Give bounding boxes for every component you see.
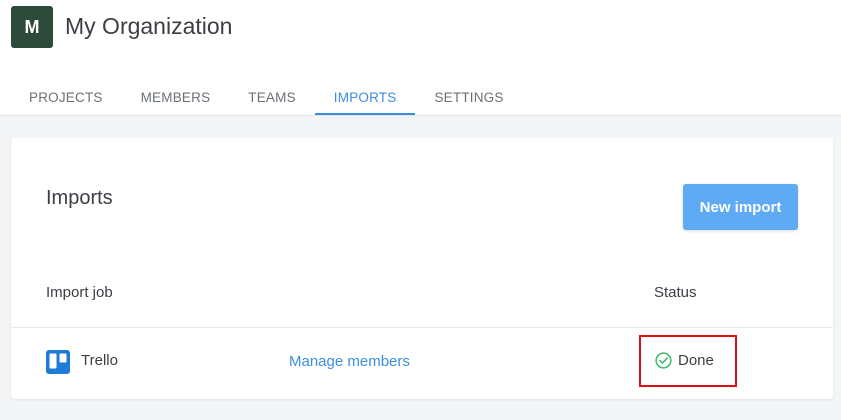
tab-members[interactable]: MEMBERS: [122, 80, 230, 114]
tab-projects[interactable]: PROJECTS: [10, 80, 122, 114]
import-job-name: Trello: [81, 352, 118, 369]
tab-imports[interactable]: IMPORTS: [314, 80, 416, 115]
imports-card: Imports New import Import job Status Tre…: [11, 138, 833, 399]
table-row: Trello Manage members Done: [11, 328, 833, 399]
trello-icon: [46, 350, 70, 374]
org-header: M My Organization PROJECTS MEMBERS TEAMS…: [0, 0, 841, 116]
check-circle-icon: [655, 352, 672, 369]
manage-members-link[interactable]: Manage members: [289, 353, 410, 370]
tab-settings[interactable]: SETTINGS: [415, 80, 522, 114]
org-tabs: PROJECTS MEMBERS TEAMS IMPORTS SETTINGS: [10, 80, 523, 116]
org-avatar: M: [11, 6, 53, 48]
tab-teams[interactable]: TEAMS: [229, 80, 315, 114]
status-cell: Done: [655, 352, 714, 369]
imports-title: Imports: [46, 187, 113, 209]
new-import-button[interactable]: New import: [683, 184, 798, 230]
column-header-status: Status: [654, 284, 697, 301]
org-name: My Organization: [65, 13, 233, 39]
column-header-import-job: Import job: [46, 284, 113, 301]
status-label: Done: [678, 352, 714, 369]
